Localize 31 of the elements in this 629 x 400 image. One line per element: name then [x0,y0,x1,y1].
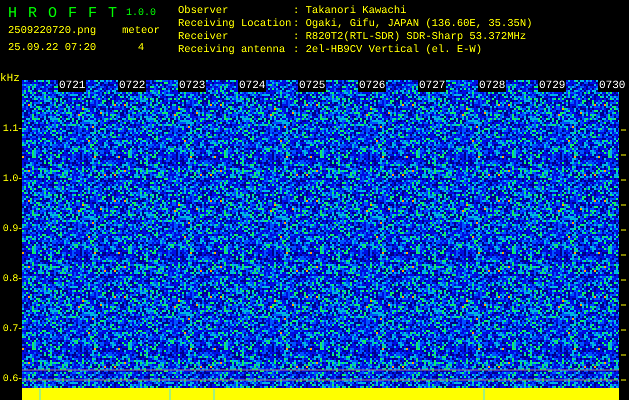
info-label: Observer [178,5,228,18]
frequency-label: 0.8- [2,274,22,286]
frequency-label: 1.0- [2,174,22,186]
frequency-label: 0.9- [2,224,22,236]
info-value: : Takanori Kawachi [293,5,406,18]
info-label: Receiving Location [178,18,292,31]
unit-label: kHz [0,73,20,85]
datetime-label: 25.09.22 07:20 [8,42,96,54]
frequency-label: 0.7- [2,324,22,336]
time-label: 0729 [538,80,566,92]
time-label: 0726 [358,80,386,92]
frequency-label: 0.6- [2,374,22,386]
time-label: 0723 [178,80,206,92]
filename-label: 2509220720.png [8,25,96,37]
time-label: 0725 [298,80,326,92]
time-label: 0721 [58,80,86,92]
version-label: 1.0.0 [126,8,156,18]
info-value: : R820T2(RTL-SDR) SDR-Sharp 53.372MHz [293,31,526,44]
time-label: 0724 [238,80,266,92]
time-label: 0728 [478,80,506,92]
time-label: 0730 [598,80,626,92]
frequency-label: 1.1- [2,124,22,136]
time-label: 0727 [418,80,446,92]
info-value: : 2el-HB9CV Vertical (el. E-W) [293,44,482,57]
meteor-label: meteor [122,25,160,37]
info-value: : Ogaki, Gifu, JAPAN (136.60E, 35.35N) [293,18,532,31]
info-label: Receiver [178,31,228,44]
time-label: 0722 [118,80,146,92]
info-label: Receiving antenna [178,44,286,57]
app-title: H R O F F T [8,4,116,22]
meteor-count: 4 [138,42,144,54]
